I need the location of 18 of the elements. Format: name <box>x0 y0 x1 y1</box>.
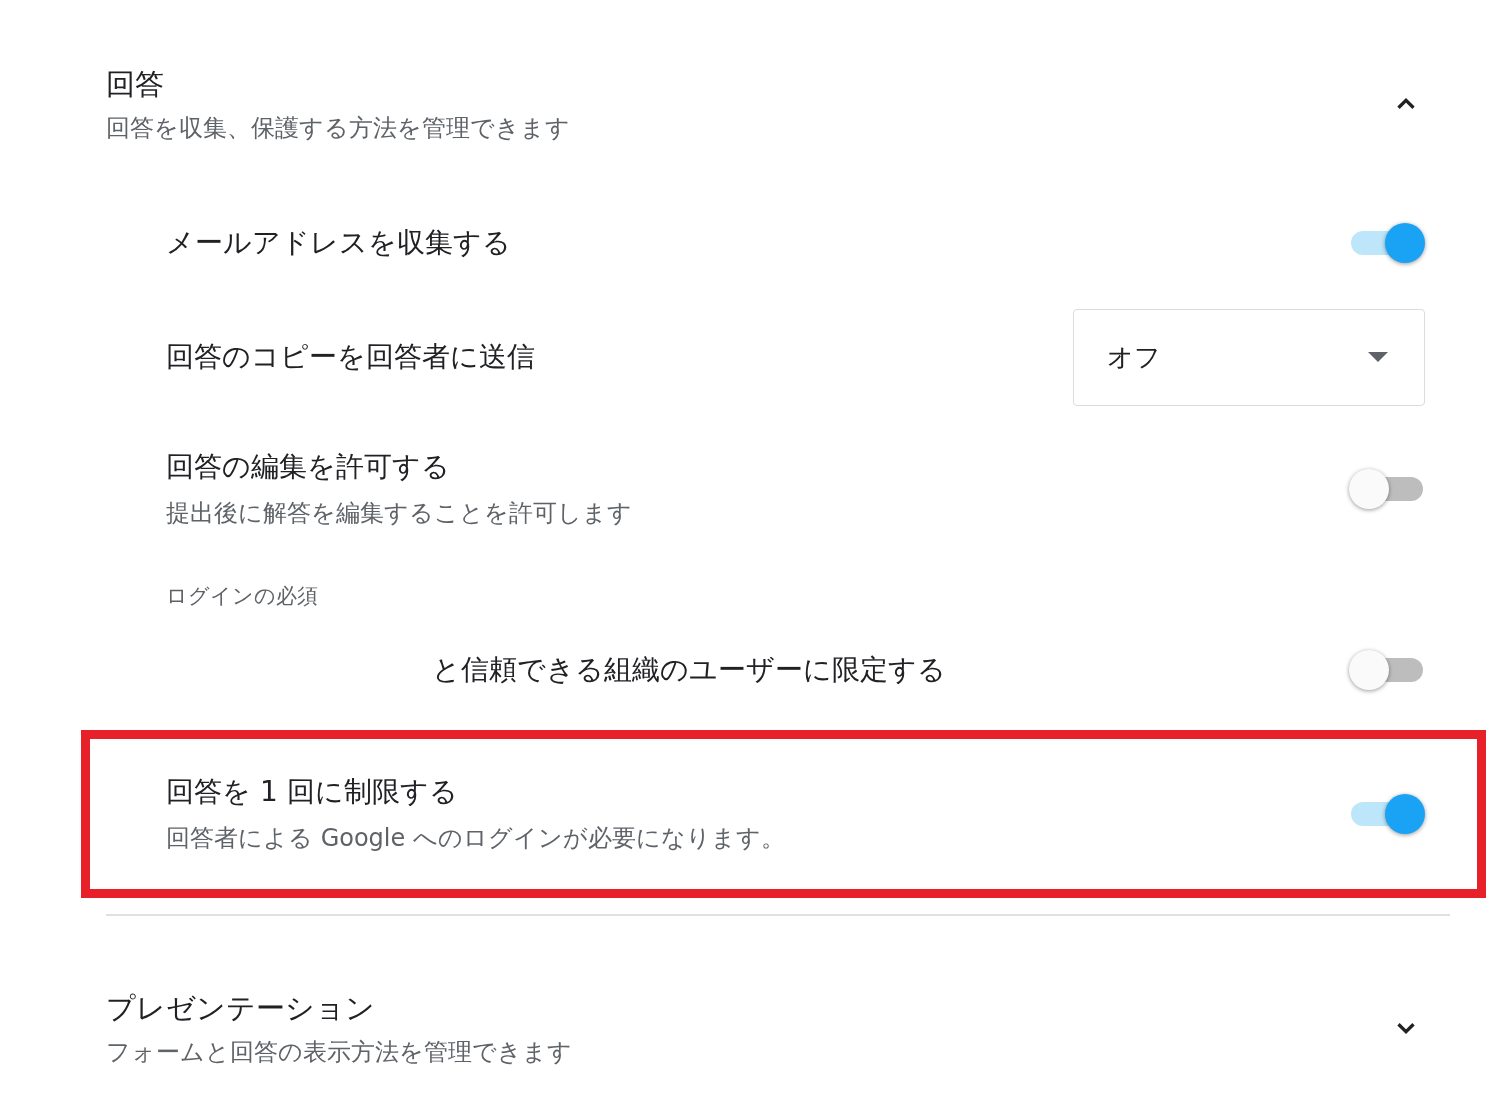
toggle-switch[interactable] <box>1349 469 1425 509</box>
toggle-switch[interactable] <box>1349 650 1425 690</box>
toggle-switch[interactable] <box>1349 794 1425 834</box>
section-title: プレゼンテーション <box>106 990 376 1027</box>
toggle-switch[interactable] <box>1349 223 1425 263</box>
section-title: 回答 <box>106 66 165 103</box>
setting-label: メールアドレスを収集する <box>166 225 511 261</box>
setting-label: 回答を 1 回に制限する <box>166 774 459 810</box>
setting-label: 回答の編集を許可する <box>166 449 451 485</box>
setting-description: 提出後に解答を編集することを許可します <box>166 498 632 529</box>
setting-label: と信頼できる組織のユーザーに限定する <box>432 652 946 688</box>
setting-description: 回答者による Google へのログインが必要になります。 <box>166 823 785 854</box>
section-subtitle: フォームと回答の表示方法を管理できます <box>106 1037 572 1068</box>
section-subtitle: 回答を収集、保護する方法を管理できます <box>106 113 570 144</box>
setting-label: 回答のコピーを回答者に送信 <box>166 339 535 375</box>
subheading: ログインの必須 <box>166 583 318 610</box>
caret-icon <box>1368 352 1388 362</box>
dropdown[interactable]: オフ <box>1073 308 1425 406</box>
